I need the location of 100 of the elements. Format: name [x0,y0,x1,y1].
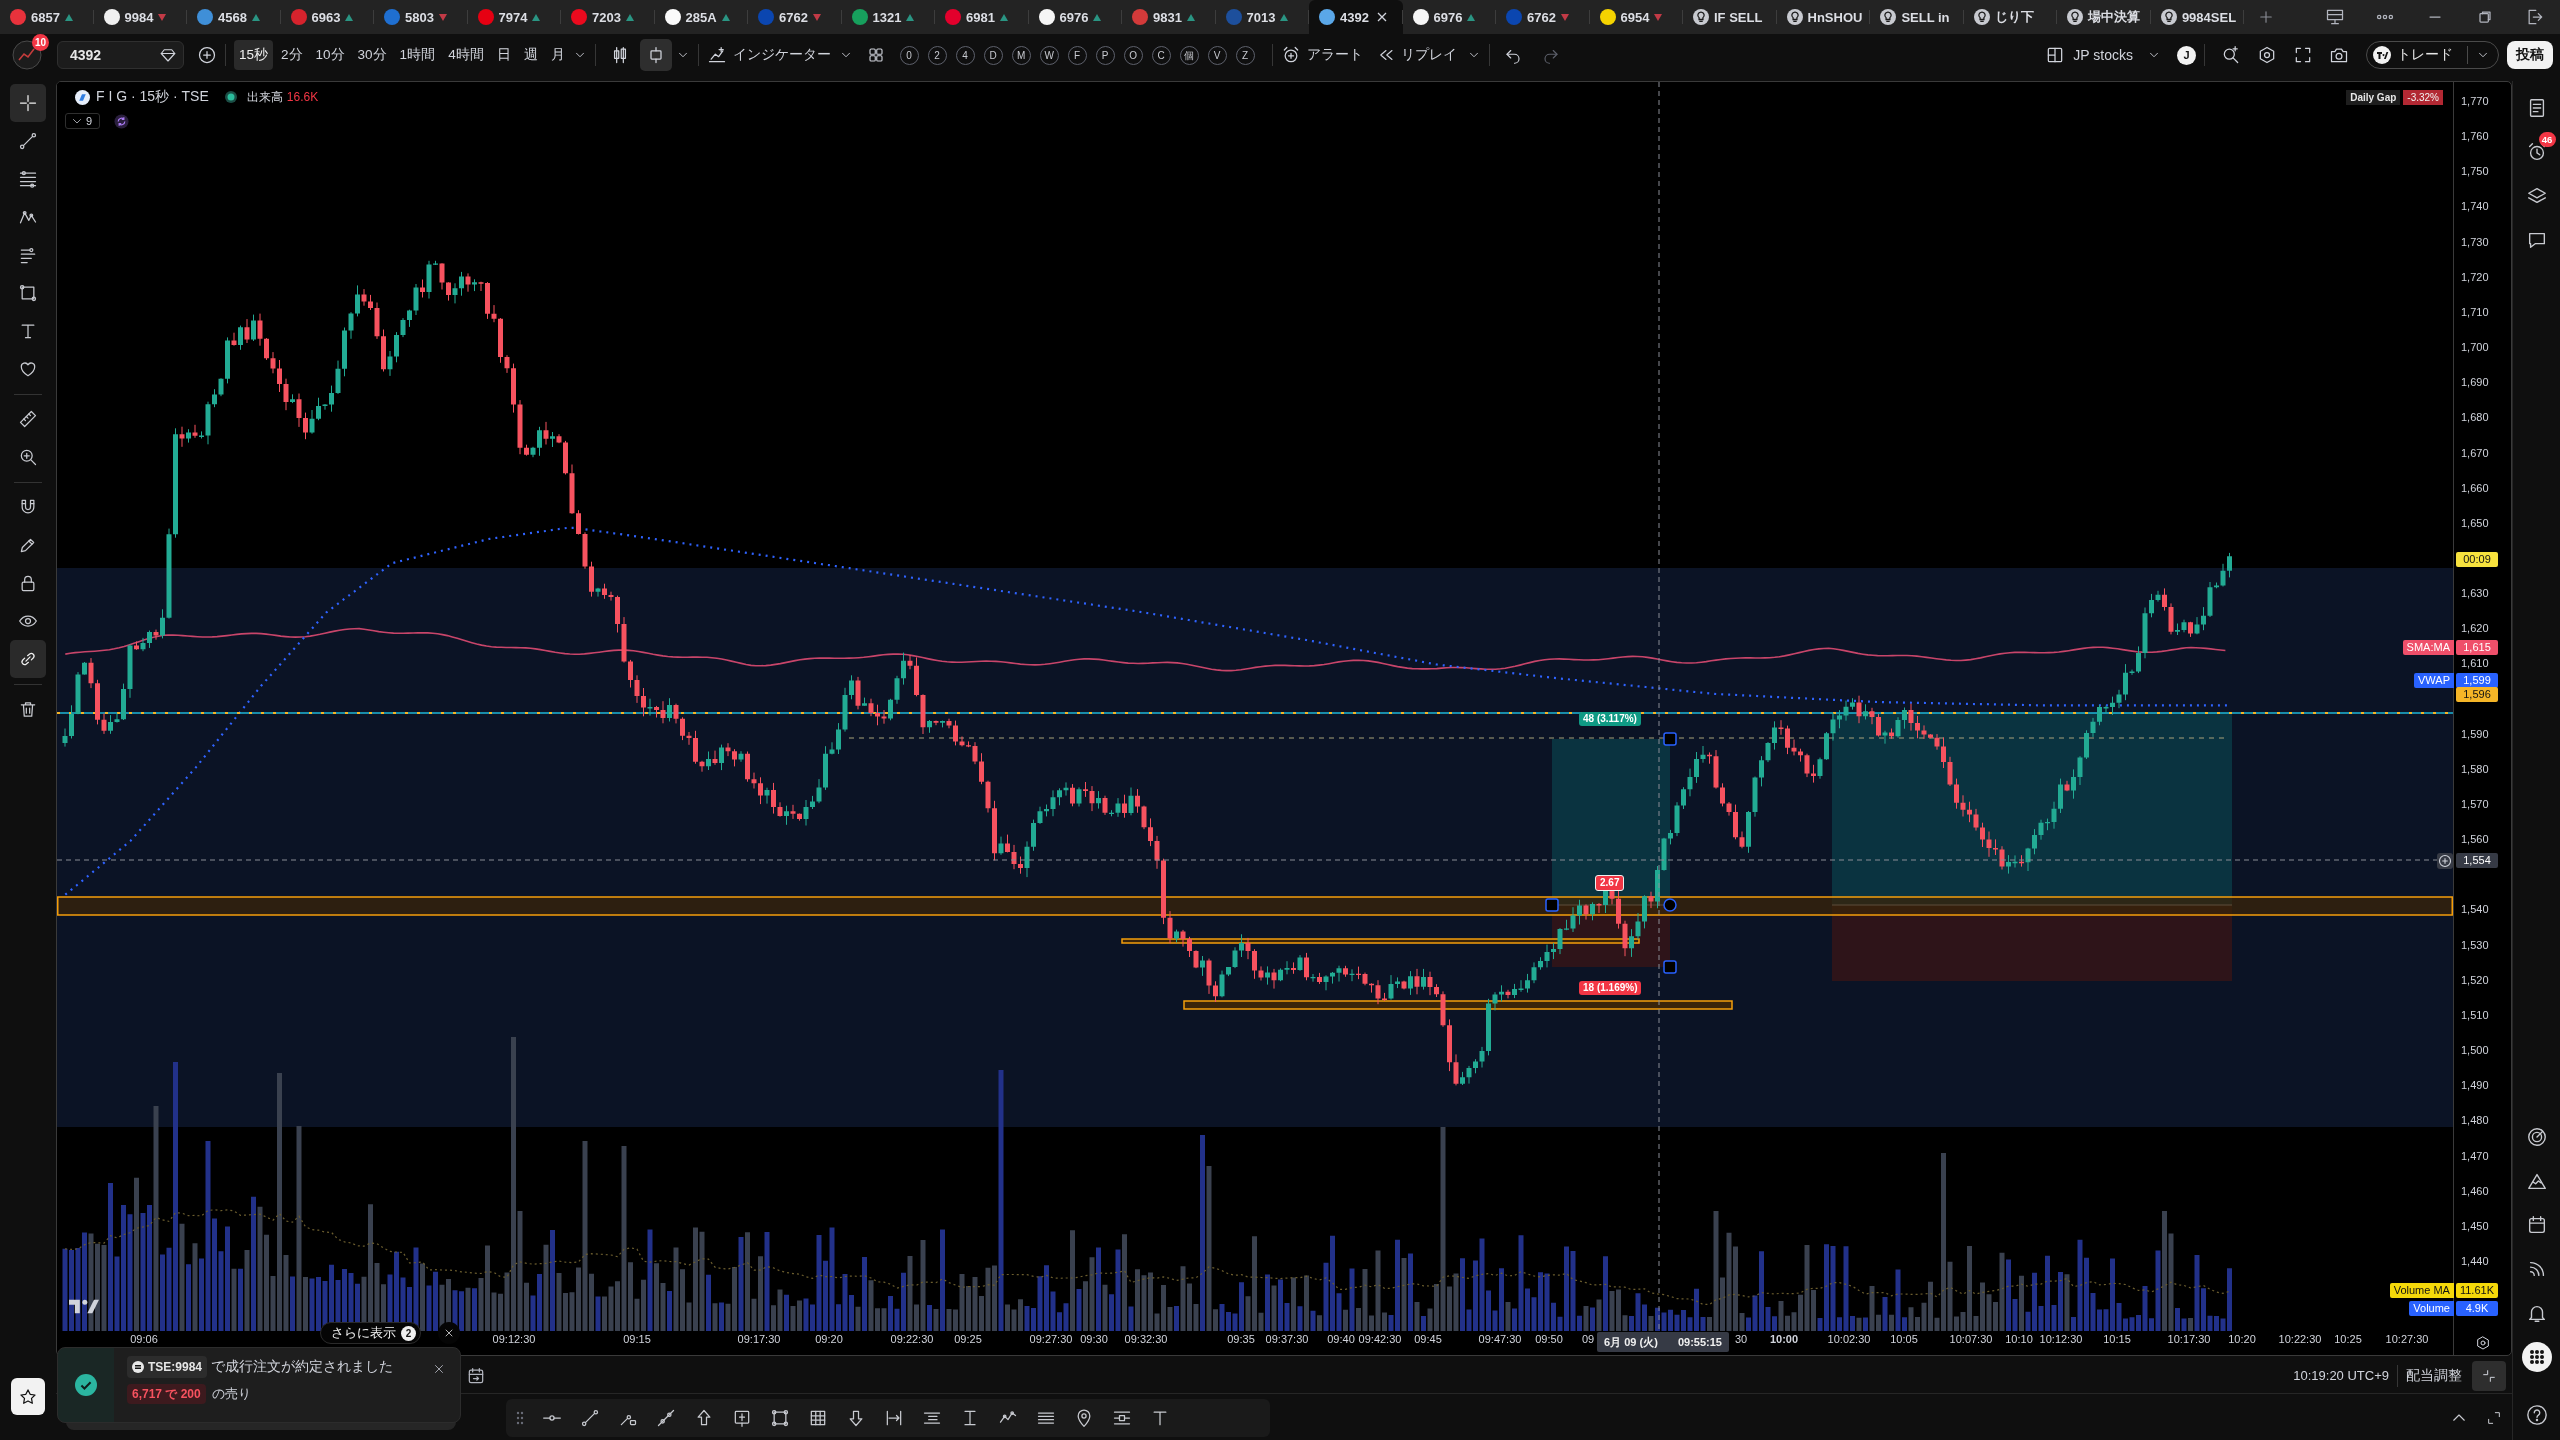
chart-tab[interactable]: 5803 [374,0,468,34]
layout-button[interactable]: JP stocks [2073,40,2161,70]
settings-icon[interactable] [2257,45,2277,65]
diamond-icon[interactable] [159,46,177,64]
layout-badge[interactable]: J [2177,45,2196,65]
close-icon [443,1327,455,1339]
horizontal-lines-icon [18,169,38,189]
chart-tab[interactable]: 6762 [1496,0,1590,34]
chart-tab[interactable]: HnSHOU [1776,0,1871,34]
chart-tab[interactable]: 6954 [1589,0,1683,34]
chart-tab[interactable]: 4568 [187,0,281,34]
ray-icon[interactable] [656,1408,676,1428]
chart-tab[interactable]: 1321 [841,0,935,34]
interval-button[interactable]: 10分 [310,40,350,70]
drag-handle-icon[interactable] [516,1410,524,1426]
alert-button[interactable]: アラート [1280,40,1363,70]
trend-line-icon[interactable] [580,1408,600,1428]
calendar-arrow-icon[interactable] [466,1365,486,1386]
chart-tab[interactable]: 6981 [935,0,1029,34]
date-range-icon[interactable] [884,1408,904,1428]
interval-button[interactable]: 日 [491,40,516,70]
tool-button[interactable] [10,84,46,122]
rectangle-icon[interactable] [770,1408,790,1428]
time-tick-label: 10:05 [1890,1333,1918,1345]
search-icon[interactable] [2221,45,2241,65]
apps-icon[interactable] [2521,1342,2552,1372]
favorites-button[interactable] [11,1378,45,1415]
interval-button[interactable]: 2分 [276,40,308,70]
drag-handle[interactable] [1663,732,1677,746]
replay-button[interactable]: リプレイ [1376,40,1457,70]
chart-tab[interactable]: IF SELL [1683,0,1777,34]
price-label: 1,596 [2456,687,2498,702]
chart-tab[interactable]: 6857 [0,0,94,34]
time-tick-label: 09:40 [1327,1333,1355,1345]
chart-tab[interactable]: 7013 [1215,0,1309,34]
chart-tab[interactable]: 6976 [1028,0,1122,34]
chart-tab[interactable]: 285A [654,0,748,34]
drag-handle[interactable] [1663,960,1677,974]
chart-tab[interactable]: 6963 [280,0,374,34]
lightbulb-icon [1693,9,1709,25]
dividend-adjust-button[interactable]: 配当調整 [2406,1366,2462,1385]
price-tick-label: 1,660 [2461,480,2489,495]
interval-button[interactable]: 4時間 [443,40,489,70]
price-tick-label: 1,560 [2461,832,2489,847]
interval-button[interactable]: 月 [545,40,570,70]
price-tag-icon[interactable] [732,1408,752,1428]
long-position-tool[interactable] [1831,713,2233,981]
drag-handle[interactable] [1545,898,1559,912]
price-tick-label: 1,750 [2461,164,2489,179]
chart-tab[interactable]: SELL in [1870,0,1964,34]
price-tick-label: 1,740 [2461,199,2489,214]
chart-tab[interactable]: 場中決算 [2057,0,2151,34]
time-tick-label: 10:15 [2103,1333,2131,1345]
chart-title[interactable]: F I G · 15秒 · TSE [96,88,209,106]
refresh-icon[interactable] [114,113,130,129]
target-icon[interactable] [2525,1126,2548,1148]
chart-tab[interactable]: 9831 [1122,0,1216,34]
time-tick-label: 10:25 [2334,1333,2362,1345]
time-tick-label: 09:35 [1227,1333,1255,1345]
monitor-icon[interactable] [2325,7,2345,27]
chart-tab[interactable]: 6762 [748,0,842,34]
range-box[interactable] [1121,938,1640,944]
close-icon[interactable] [432,1362,446,1376]
chart-style-button[interactable] [639,39,672,71]
interval-button[interactable]: 15秒 [234,40,274,70]
time-tick-label: 09:22:30 [890,1333,934,1345]
help-icon[interactable] [2525,1404,2548,1426]
price-tick-label: 1,480 [2461,1113,2489,1128]
support-zone[interactable] [57,896,2453,916]
clock-label: 10:19:20 UTC+9 [2293,1368,2389,1383]
chart-tab[interactable]: じり下 [1963,0,2058,34]
chart-tab[interactable]: 9984SEL [2150,0,2245,34]
add-symbol-icon[interactable] [197,45,217,65]
symbol-search-field[interactable]: 4392 [57,41,184,69]
interval-button[interactable]: 30分 [352,40,392,70]
price-tick-label: 1,440 [2461,1254,2489,1268]
grid-icon[interactable] [866,46,885,64]
daily-gap-label: Daily Gap [2346,90,2401,105]
chart-tab[interactable]: 6976 [1402,0,1496,34]
drag-handle[interactable] [1663,898,1677,912]
daily-gap-value: -3.32% [2403,90,2443,105]
publish-button[interactable]: 投稿 [2507,41,2553,69]
tool-button[interactable] [10,640,46,678]
symbol-chip[interactable]: TSE:9984 [127,1356,208,1378]
indicators-toggle-button[interactable]: 9 [65,113,101,129]
chart-tab[interactable]: 7203 [561,0,655,34]
close-icon[interactable] [1376,12,1387,22]
settings-icon[interactable] [2474,1335,2491,1351]
chart-tab[interactable]: 4392 [1309,0,1403,34]
chart-tab[interactable]: 9984 [93,0,187,34]
range-box[interactable] [1183,1000,1733,1010]
grid-icon[interactable] [808,1408,828,1428]
price-tick-label: 1,500 [2461,1043,2489,1058]
indicators-button[interactable]: インジケーター [706,40,831,70]
expand-icon[interactable] [2486,1410,2502,1426]
show-more-button[interactable]: さらに表示 2 [320,1322,421,1344]
chart-tab[interactable]: 7974 [467,0,561,34]
interval-button[interactable]: 1時間 [394,40,441,70]
interval-button[interactable]: 週 [518,40,543,70]
fullscreen-icon[interactable] [2293,45,2313,65]
